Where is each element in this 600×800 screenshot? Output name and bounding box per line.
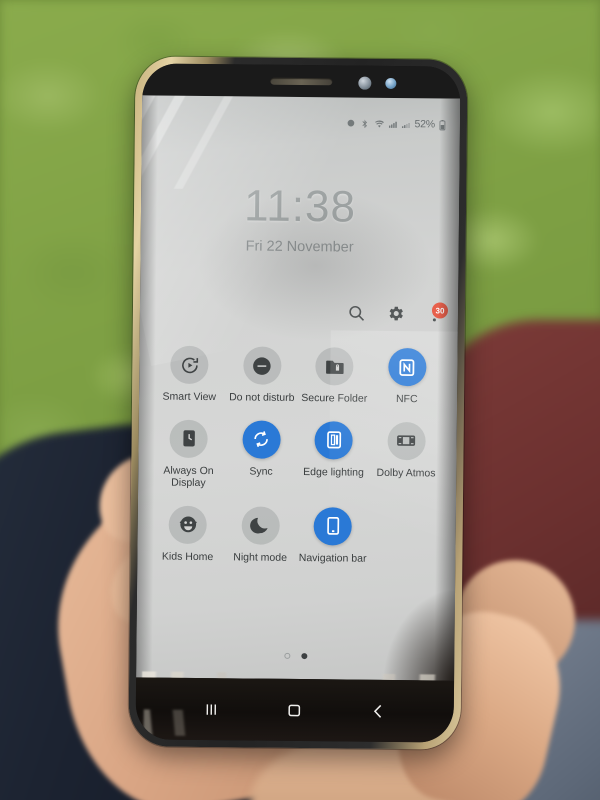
battery-percent-label: 52% — [414, 118, 435, 131]
secure-folder-icon — [315, 347, 354, 386]
screen-crack-top-left — [141, 95, 270, 190]
home-icon[interactable] — [285, 700, 304, 719]
phone-screen: 52% 11:38 Fri 22 November 30 Smart View … — [136, 95, 461, 681]
dolby-atmos-icon — [387, 421, 426, 460]
wifi-icon — [373, 118, 384, 129]
toggle-always-on-display[interactable]: Always On Display — [152, 419, 225, 490]
toggle-label: Secure Folder — [301, 392, 368, 405]
lockscreen-clock-block: 11:38 Fri 22 November — [141, 181, 460, 256]
search-icon[interactable] — [347, 304, 366, 323]
bluetooth-icon — [359, 119, 369, 129]
navigation-bar-icon — [313, 506, 353, 546]
phone-device: 52% 11:38 Fri 22 November 30 Smart View … — [128, 56, 468, 750]
toggle-sync[interactable]: Sync — [225, 419, 298, 491]
front-camera — [385, 77, 397, 90]
toggle-smart-view[interactable]: Smart View — [153, 345, 226, 403]
earpiece-speaker — [270, 77, 333, 86]
toggle-label: Always On Display — [163, 464, 214, 490]
toggle-label: Navigation bar — [298, 551, 367, 565]
clock-time: 11:38 — [243, 181, 357, 232]
edge-lighting-icon — [314, 420, 354, 460]
navigation-bar — [135, 677, 455, 743]
smart-view-icon — [170, 345, 209, 385]
toggle-label: Edge lighting — [303, 465, 364, 479]
toggle-label: Sync — [249, 464, 273, 478]
toggle-dolby-atmos[interactable]: Dolby Atmos — [370, 421, 443, 492]
toggle-label: Smart View — [162, 390, 217, 404]
alarm-icon — [345, 118, 355, 128]
toggle-label: Do not disturb — [229, 391, 295, 404]
sync-icon — [242, 419, 281, 459]
toggle-night-mode[interactable]: Night mode — [224, 505, 297, 564]
status-bar: 52% — [345, 117, 446, 130]
nfc-icon — [387, 347, 427, 387]
notification-badge: 30 — [431, 302, 449, 319]
toggle-grid-empty-slot — [369, 507, 442, 565]
do-not-disturb-icon — [242, 346, 282, 385]
quick-settings-page-indicator — [136, 651, 454, 660]
quick-settings-header: 30 — [347, 302, 449, 324]
kids-home-icon — [168, 505, 208, 544]
screen-corner-shadow — [384, 589, 460, 681]
page-dot-2[interactable] — [300, 653, 307, 660]
phone-bezel: 52% 11:38 Fri 22 November 30 Smart View … — [135, 63, 461, 743]
toggle-nfc[interactable]: NFC — [370, 347, 443, 406]
toggle-secure-folder[interactable]: Secure Folder — [298, 347, 371, 405]
toggle-label: NFC — [395, 393, 418, 406]
toggle-edge-lighting[interactable]: Edge lighting — [297, 420, 370, 491]
clock-date: Fri 22 November — [245, 238, 354, 256]
signal-sim2-icon — [401, 120, 410, 129]
page-dot-1[interactable] — [283, 652, 290, 659]
toggle-do-not-disturb[interactable]: Do not disturb — [225, 346, 298, 404]
always-on-display-icon — [169, 419, 209, 458]
proximity-sensor — [358, 76, 372, 90]
toggle-label: Night mode — [233, 550, 288, 564]
gear-icon[interactable] — [386, 304, 405, 323]
night-mode-icon — [241, 505, 280, 545]
signal-sim1-icon — [388, 119, 397, 128]
recents-icon[interactable] — [202, 700, 221, 719]
battery-icon — [439, 119, 446, 130]
quick-settings-toggle-grid: Smart View Do not disturb Secure Folder … — [151, 345, 443, 565]
toggle-kids-home[interactable]: Kids Home — [151, 505, 224, 563]
toggle-label: Dolby Atmos — [376, 466, 436, 479]
toggle-label: Kids Home — [161, 550, 214, 563]
toggle-navigation-bar[interactable]: Navigation bar — [296, 506, 369, 564]
more-options-icon[interactable]: 30 — [425, 302, 449, 323]
back-icon[interactable] — [368, 701, 387, 720]
